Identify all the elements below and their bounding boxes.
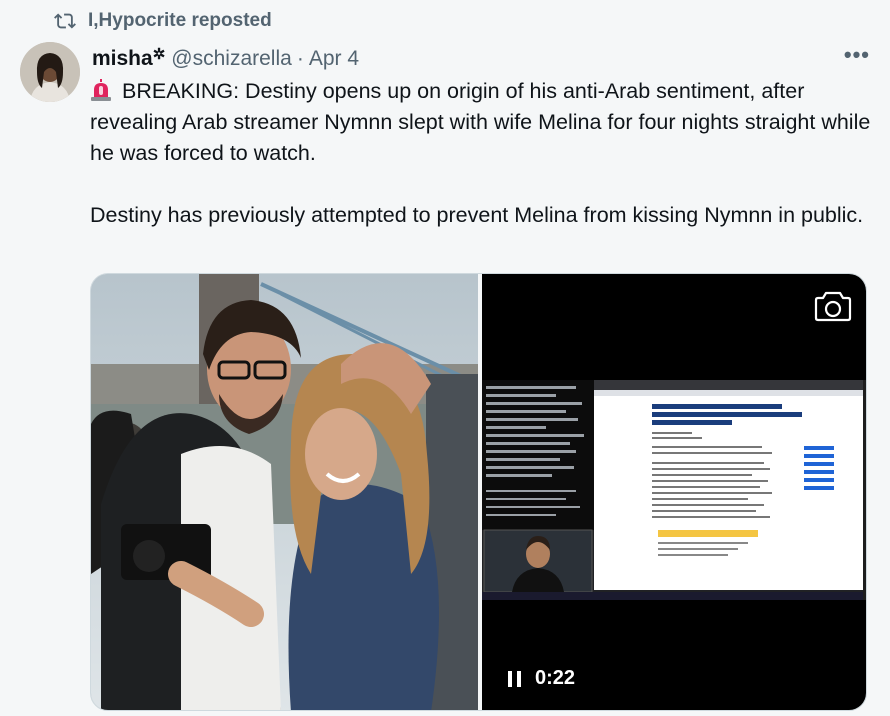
tweet-paragraph-2: Destiny has previously attempted to prev… [90, 203, 864, 227]
video-player[interactable]: 0:22 [482, 274, 866, 710]
video-time: 0:22 [535, 667, 576, 689]
author-name-mark: ✲ [152, 46, 166, 63]
tweet-date[interactable]: Apr 4 [309, 47, 359, 71]
tweet-paragraph-1: BREAKING: Destiny opens up on origin of … [90, 76, 875, 169]
separator-dot: · [296, 47, 304, 70]
repost-indicator[interactable]: I,Hypocrite reposted [54, 10, 272, 32]
author-name[interactable]: misha [92, 47, 153, 71]
pause-icon[interactable] [508, 670, 521, 687]
photo-image [91, 274, 478, 710]
photo[interactable] [91, 274, 478, 710]
tweet-header: misha ✲ @schizarella · Apr 4 ••• [92, 42, 870, 74]
video-frame [482, 380, 866, 600]
siren-icon [91, 79, 111, 101]
more-options-button[interactable]: ••• [844, 42, 870, 68]
avatar[interactable] [20, 42, 80, 102]
repost-icon [54, 13, 76, 29]
repost-label: I,Hypocrite reposted [88, 10, 272, 31]
video-frame-image [482, 380, 863, 600]
author-handle[interactable]: @schizarella [171, 47, 292, 71]
camera-icon[interactable] [814, 290, 852, 322]
tweet-text: BREAKING: Destiny opens up on origin of … [90, 76, 875, 231]
avatar-image [20, 42, 80, 102]
video-controls: 0:22 [508, 667, 575, 690]
tweet-paragraph-1-text: BREAKING: Destiny opens up on origin of … [90, 79, 871, 165]
media-grid: 0:22 [90, 273, 867, 711]
